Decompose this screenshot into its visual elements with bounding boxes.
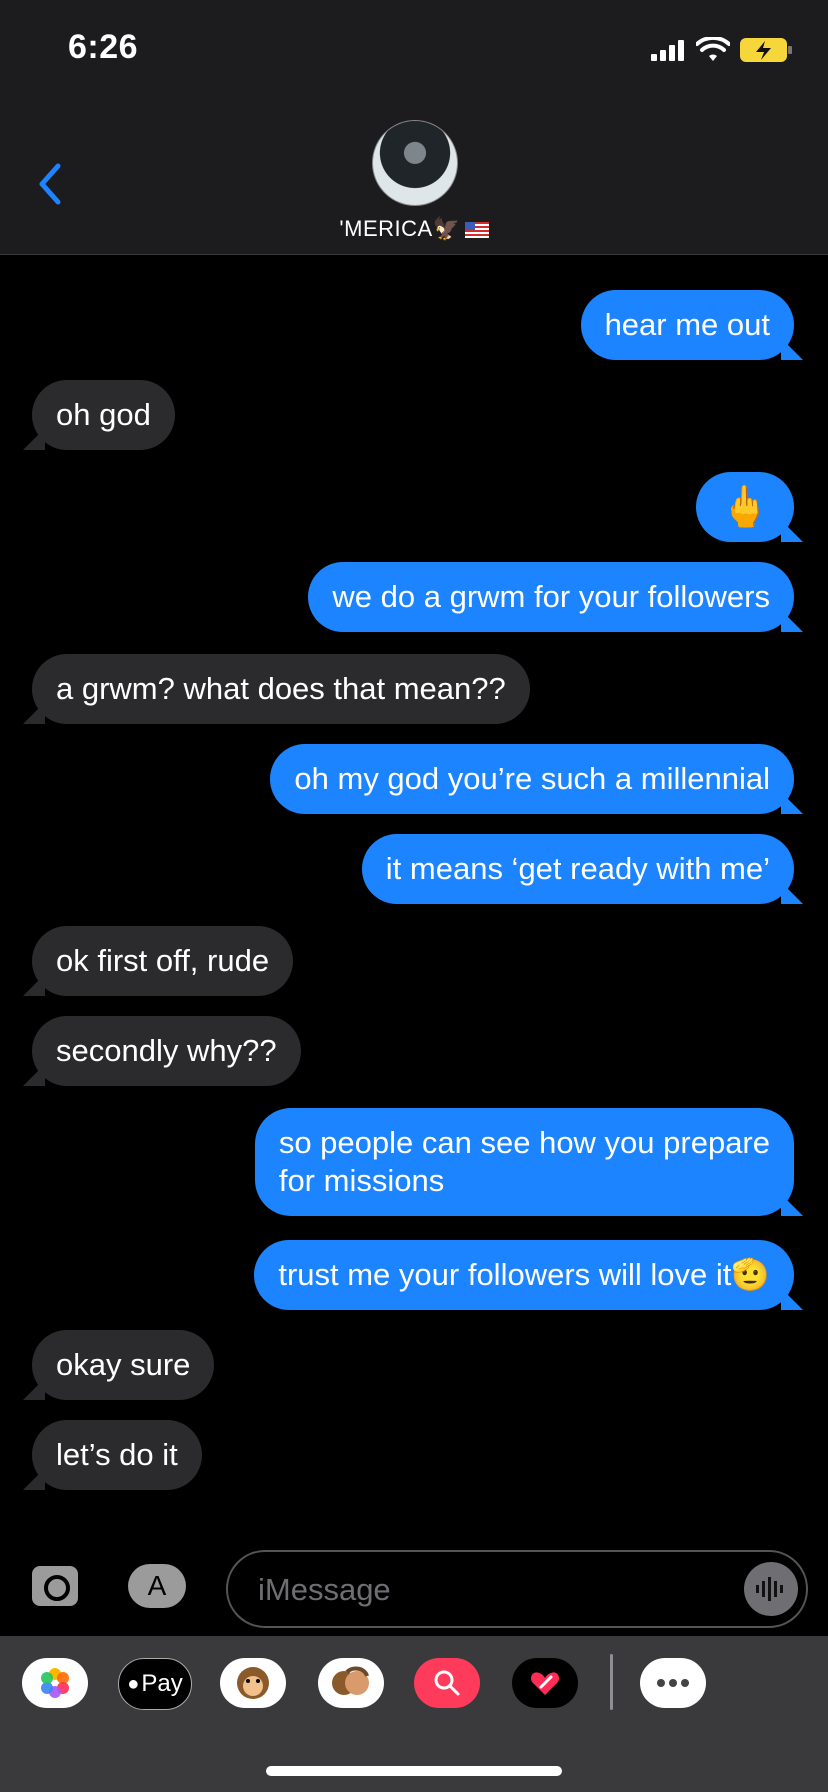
message-input-placeholder: iMessage: [258, 1572, 391, 1607]
sent-message-bubble[interactable]: trust me your followers will love it🫡: [254, 1240, 794, 1310]
photos-app-icon[interactable]: [22, 1658, 88, 1708]
contact-avatar[interactable]: [372, 120, 458, 206]
digital-touch-heart-icon[interactable]: [512, 1658, 578, 1708]
sent-message-bubble[interactable]: oh my god you’re such a millennial: [270, 744, 794, 814]
sent-message-bubble[interactable]: so people can see how you prepare for mi…: [254, 1108, 794, 1216]
sent-message-bubble[interactable]: hear me out: [580, 290, 794, 360]
received-message-bubble[interactable]: let’s do it: [32, 1420, 202, 1490]
status-icons: [650, 34, 794, 66]
contact-name: 'MERICA🦅: [339, 216, 461, 241]
back-chevron-icon[interactable]: [32, 160, 68, 208]
apple-logo-icon: ●: [127, 1672, 140, 1695]
sent-message-bubble[interactable]: 🖕: [696, 472, 794, 542]
message-thread: hear me out oh god 🖕 we do a grwm for yo…: [0, 290, 828, 1546]
received-message-bubble[interactable]: ok first off, rude: [32, 926, 294, 996]
sent-message-bubble[interactable]: we do a grwm for your followers: [308, 562, 794, 632]
status-time: 6:26: [68, 28, 139, 66]
received-message-bubble[interactable]: a grwm? what does that mean??: [32, 654, 530, 724]
battery-charging-icon: [740, 38, 792, 62]
conversation-header: 6:26 'MERICA🦅: [0, 0, 828, 255]
more-apps-icon[interactable]: [640, 1658, 706, 1708]
tray-divider: [610, 1654, 613, 1710]
home-indicator[interactable]: [266, 1766, 562, 1776]
received-message-bubble[interactable]: secondly why??: [32, 1016, 301, 1086]
apple-pay-label: Pay: [141, 1670, 183, 1697]
contact-name-row[interactable]: 'MERICA🦅: [0, 216, 828, 242]
cellular-signal-icon: [651, 40, 684, 61]
audio-message-icon[interactable]: [744, 1562, 798, 1616]
animoji-monkey-icon[interactable]: [220, 1658, 286, 1708]
message-input[interactable]: iMessage: [226, 1550, 808, 1628]
received-message-bubble[interactable]: okay sure: [32, 1330, 215, 1400]
memoji-stickers-icon[interactable]: [318, 1658, 384, 1708]
message-input-bar: A iMessage: [0, 1546, 828, 1636]
us-flag-icon: [464, 222, 489, 238]
apple-pay-button[interactable]: ● Pay: [118, 1658, 192, 1710]
camera-icon[interactable]: [32, 1566, 78, 1606]
images-search-icon[interactable]: [414, 1658, 480, 1708]
app-store-icon[interactable]: A: [128, 1564, 186, 1608]
sent-message-bubble[interactable]: it means ‘get ready with me’: [361, 834, 794, 904]
received-message-bubble[interactable]: oh god: [32, 380, 175, 450]
wifi-icon: [696, 37, 730, 61]
